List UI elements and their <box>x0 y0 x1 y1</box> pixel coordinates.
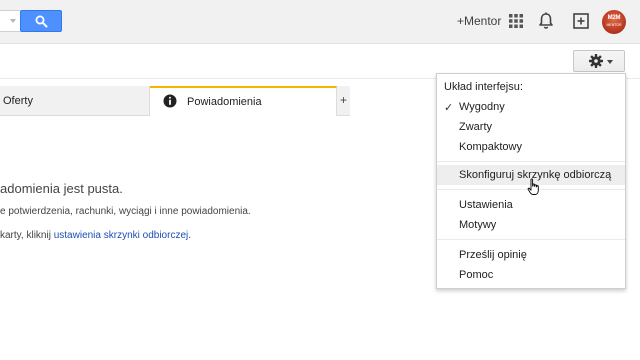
search-options-caret-icon[interactable] <box>10 19 16 23</box>
tab-offers-label: Oferty <box>3 95 33 107</box>
empty-state-hint-prefix: karty, kliknij <box>0 230 54 241</box>
menu-item-send-feedback[interactable]: Prześlij opinię <box>437 245 625 265</box>
menu-item-compact[interactable]: Kompaktowy <box>437 137 625 157</box>
menu-item-cozy-label: Zwarty <box>459 121 492 133</box>
empty-state-hint: karty, kliknij ustawienia skrzynki odbio… <box>0 230 191 241</box>
menu-item-send-feedback-label: Prześlij opinię <box>459 249 527 261</box>
hand-cursor-icon <box>527 178 539 195</box>
tab-notifications[interactable]: Powiadomienia <box>150 86 337 116</box>
chevron-down-icon <box>607 60 613 64</box>
check-icon: ✓ <box>444 102 454 114</box>
settings-button[interactable] <box>573 50 625 72</box>
inbox-settings-link[interactable]: ustawienia skrzynki odbiorczej <box>54 230 189 241</box>
menu-item-compact-label: Kompaktowy <box>459 141 522 153</box>
search-icon <box>35 15 47 27</box>
plus-profile-link[interactable]: +Mentor <box>457 14 501 28</box>
share-plus-icon[interactable] <box>572 12 590 30</box>
empty-state-title: adomienia jest pusta. <box>0 181 123 196</box>
display-density-header: Układ interfejsu: <box>444 81 523 93</box>
menu-item-cozy[interactable]: Zwarty <box>437 117 625 137</box>
tab-notifications-label: Powiadomienia <box>187 96 262 108</box>
bell-icon[interactable] <box>538 12 554 30</box>
avatar[interactable]: M2M MENTOR <box>602 10 626 34</box>
search-button[interactable] <box>20 10 62 32</box>
empty-state-description: e potwierdzenia, rachunki, wyciągi i inn… <box>0 206 251 217</box>
menu-item-comfortable[interactable]: ✓ Wygodny <box>437 97 625 117</box>
menu-item-settings[interactable]: Ustawienia <box>437 195 625 215</box>
menu-item-help[interactable]: Pomoc <box>437 265 625 285</box>
menu-item-help-label: Pomoc <box>459 269 494 281</box>
menu-divider <box>437 239 625 240</box>
menu-item-themes[interactable]: Motywy <box>437 215 625 235</box>
menu-item-themes-label: Motywy <box>459 219 497 231</box>
menu-item-comfortable-label: Wygodny <box>459 101 505 113</box>
top-bar: +Mentor M2M MENTOR <box>0 0 640 44</box>
tab-offers[interactable]: Oferty <box>0 86 150 115</box>
menu-divider <box>437 161 625 162</box>
avatar-logo-text: M2M <box>607 15 621 21</box>
apps-grid-icon[interactable] <box>509 14 523 28</box>
search-input[interactable] <box>0 10 20 32</box>
add-tab-button[interactable]: + <box>337 86 350 115</box>
menu-item-settings-label: Ustawienia <box>459 199 513 211</box>
empty-state-hint-suffix: . <box>188 230 192 241</box>
gear-icon <box>589 54 603 68</box>
info-icon <box>163 94 177 108</box>
avatar-logo-subtext: MENTOR <box>606 23 622 27</box>
